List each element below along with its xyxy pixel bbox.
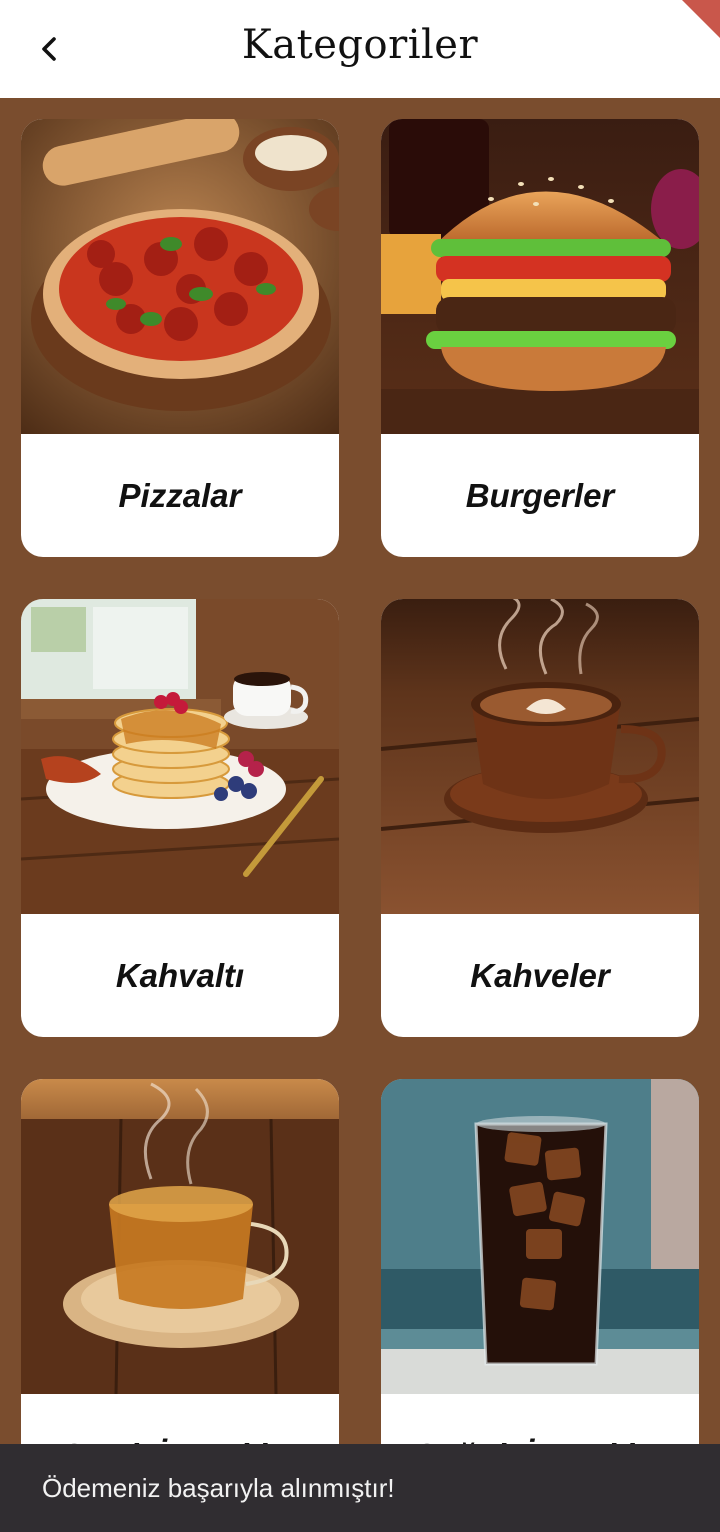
iced-cola-photo <box>381 1079 699 1394</box>
pizza-photo <box>21 119 339 434</box>
pancake-breakfast-photo <box>21 599 339 914</box>
latte-coffee-photo <box>381 599 699 914</box>
page-title: Kategoriler <box>241 22 479 68</box>
app-bar: Kategoriler <box>0 0 720 98</box>
snackbar-message: Ödemeniz başarıyla alınmıştır! <box>42 1472 395 1503</box>
category-card-pizzalar[interactable]: Pizzalar <box>21 119 339 557</box>
snackbar: Ödemeniz başarıyla alınmıştır! <box>0 1444 720 1532</box>
category-label: Pizzalar <box>118 476 242 514</box>
category-grid[interactable]: Pizzalar Burgerler Kahvaltı Kahveler <box>0 98 720 1532</box>
category-label: Kahveler <box>470 956 610 994</box>
burger-photo <box>381 119 699 434</box>
category-card-kahvalti[interactable]: Kahvaltı <box>21 599 339 1037</box>
category-card-kahveler[interactable]: Kahveler <box>381 599 699 1037</box>
hot-tea-photo <box>21 1079 339 1394</box>
debug-banner <box>682 0 720 38</box>
category-label: Kahvaltı <box>115 956 245 994</box>
category-card-burgerler[interactable]: Burgerler <box>381 119 699 557</box>
category-label: Burgerler <box>465 476 615 514</box>
